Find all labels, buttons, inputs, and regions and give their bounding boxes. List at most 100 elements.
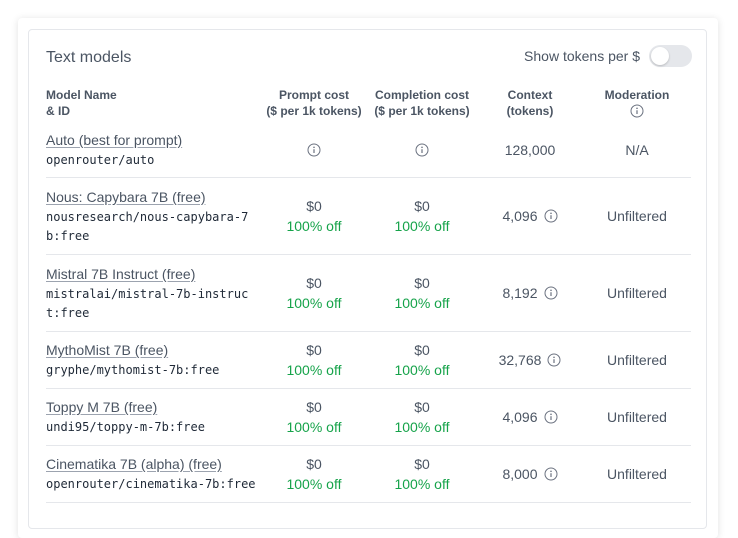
model-link[interactable]: Nous: Capybara 7B (free) (46, 187, 256, 207)
model-name-cell: MythoMist 7B (free) gryphe/mythomist-7b:… (46, 332, 256, 388)
moderation-cell: N/A (583, 122, 691, 177)
moderation-value: Unfiltered (607, 466, 667, 482)
completion-discount: 100% off (394, 295, 450, 311)
context-cell: 8,192 (480, 255, 580, 331)
tokens-per-dollar-toggle[interactable] (649, 45, 692, 67)
completion-price: $0 (414, 198, 430, 214)
moderation-cell: Unfiltered (583, 178, 691, 254)
model-name-cell: Cinematika 7B (alpha) (free) openrouter/… (46, 446, 256, 502)
context-cell: 4,096 (480, 178, 580, 254)
table-row: Mistral 7B Instruct (free) mistralai/mis… (46, 255, 691, 332)
toggle-knob (651, 47, 669, 65)
moderation-cell: Unfiltered (583, 255, 691, 331)
context-cell: 128,000 (480, 122, 580, 177)
text-models-card: Text models Show tokens per $ Model Name… (28, 29, 707, 529)
prompt-cost-cell: $0 100% off (261, 178, 367, 254)
context-cell: 8,000 (480, 446, 580, 502)
prompt-discount: 100% off (286, 419, 342, 435)
model-id: undi95/toppy-m-7b:free (46, 420, 205, 434)
info-icon[interactable] (415, 143, 429, 157)
moderation-cell: Unfiltered (583, 389, 691, 445)
prompt-discount: 100% off (286, 218, 342, 234)
models-table: Auto (best for prompt) openrouter/auto 1… (46, 122, 691, 503)
header-prompt-line2: ($ per 1k tokens) (266, 104, 362, 118)
header-moderation: Moderation (583, 87, 691, 118)
moderation-cell: Unfiltered (583, 332, 691, 388)
header-completion-line2: ($ per 1k tokens) (374, 104, 470, 118)
table-header: Model Name & ID Prompt cost ($ per 1k to… (46, 87, 691, 121)
table-row: Auto (best for prompt) openrouter/auto 1… (46, 122, 691, 178)
completion-price: $0 (414, 275, 430, 291)
toggle-label: Show tokens per $ (524, 48, 640, 64)
info-icon[interactable] (544, 410, 558, 424)
info-icon[interactable] (544, 286, 558, 300)
completion-discount: 100% off (394, 419, 450, 435)
header-model-name-line1: Model Name (46, 88, 117, 102)
info-icon[interactable] (547, 353, 561, 367)
context-value: 4,096 (502, 409, 538, 425)
prompt-price: $0 (306, 342, 322, 358)
completion-discount: 100% off (394, 218, 450, 234)
header-completion-cost: Completion cost ($ per 1k tokens) (364, 87, 480, 119)
model-id: nousresearch/nous-capybara-7b:free (46, 209, 249, 243)
completion-discount: 100% off (394, 362, 450, 378)
prompt-cost-cell (261, 122, 367, 177)
header-model-name: Model Name & ID (46, 87, 246, 119)
model-link[interactable]: MythoMist 7B (free) (46, 340, 256, 360)
model-id: gryphe/mythomist-7b:free (46, 363, 220, 377)
prompt-price: $0 (306, 198, 322, 214)
moderation-value: Unfiltered (607, 352, 667, 368)
model-name-cell: Toppy M 7B (free) undi95/toppy-m-7b:free (46, 389, 256, 445)
model-link[interactable]: Mistral 7B Instruct (free) (46, 264, 256, 284)
prompt-cost-cell: $0 100% off (261, 389, 367, 445)
prompt-discount: 100% off (286, 362, 342, 378)
tokens-toggle-group: Show tokens per $ (524, 45, 692, 67)
completion-cost-cell (368, 122, 476, 177)
header-moderation-label: Moderation (604, 88, 670, 102)
moderation-value: Unfiltered (607, 285, 667, 301)
info-icon[interactable] (630, 104, 644, 118)
context-value: 4,096 (502, 208, 538, 224)
header-model-name-line2: & ID (46, 104, 70, 118)
completion-price: $0 (414, 342, 430, 358)
completion-cost-cell: $0 100% off (368, 178, 476, 254)
model-id: openrouter/auto (46, 152, 155, 167)
completion-cost-cell: $0 100% off (368, 389, 476, 445)
moderation-cell: Unfiltered (583, 446, 691, 502)
model-link[interactable]: Cinematika 7B (alpha) (free) (46, 454, 256, 474)
context-cell: 4,096 (480, 389, 580, 445)
prompt-price: $0 (306, 456, 322, 472)
card-title: Text models (46, 49, 132, 66)
header-context: Context (tokens) (480, 87, 580, 119)
context-value: 32,768 (498, 352, 542, 368)
moderation-value: N/A (625, 141, 649, 158)
context-value: 128,000 (504, 141, 556, 158)
completion-cost-cell: $0 100% off (368, 255, 476, 331)
model-id: openrouter/cinematika-7b:free (46, 477, 256, 491)
prompt-price: $0 (306, 399, 322, 415)
model-link[interactable]: Auto (best for prompt) (46, 130, 256, 150)
table-row: Toppy M 7B (free) undi95/toppy-m-7b:free… (46, 389, 691, 446)
model-id: mistralai/mistral-7b-instruct:free (46, 286, 249, 320)
header-completion-line1: Completion cost (374, 88, 469, 102)
completion-discount: 100% off (394, 476, 450, 492)
header-context-line1: Context (507, 88, 553, 102)
header-prompt-line1: Prompt cost (278, 88, 349, 102)
model-name-cell: Nous: Capybara 7B (free) nousresearch/no… (46, 178, 256, 254)
context-cell: 32,768 (480, 332, 580, 388)
info-icon[interactable] (544, 467, 558, 481)
context-value: 8,192 (502, 285, 538, 301)
prompt-price: $0 (306, 275, 322, 291)
prompt-discount: 100% off (286, 295, 342, 311)
completion-cost-cell: $0 100% off (368, 446, 476, 502)
context-value: 8,000 (502, 466, 538, 482)
completion-price: $0 (414, 456, 430, 472)
moderation-value: Unfiltered (607, 409, 667, 425)
table-row: MythoMist 7B (free) gryphe/mythomist-7b:… (46, 332, 691, 389)
completion-cost-cell: $0 100% off (368, 332, 476, 388)
model-link[interactable]: Toppy M 7B (free) (46, 397, 256, 417)
info-icon[interactable] (544, 209, 558, 223)
info-icon[interactable] (307, 143, 321, 157)
prompt-cost-cell: $0 100% off (261, 332, 367, 388)
table-row: Nous: Capybara 7B (free) nousresearch/no… (46, 178, 691, 255)
